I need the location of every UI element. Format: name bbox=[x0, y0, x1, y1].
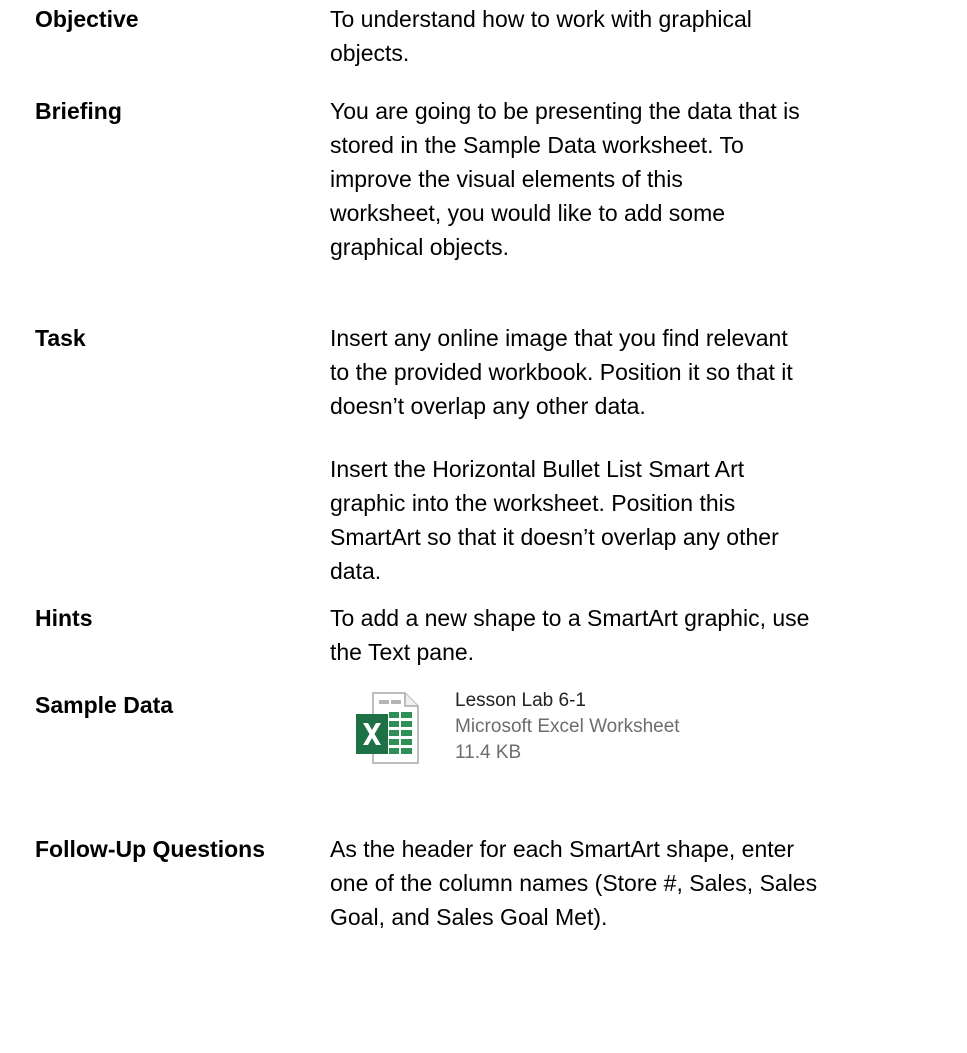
attachment-file-size: 11.4 KB bbox=[455, 742, 522, 763]
hints-text: To add a new shape to a SmartArt graphic… bbox=[330, 605, 810, 665]
objective-label: Objective bbox=[35, 6, 139, 32]
task-label: Task bbox=[35, 325, 86, 351]
excel-file-icon bbox=[356, 692, 419, 764]
attachment-file-type: Microsoft Excel Worksheet bbox=[455, 716, 680, 737]
hints-label: Hints bbox=[35, 605, 93, 631]
follow-up-label: Follow-Up Questions bbox=[35, 836, 265, 862]
lab-document: Objective To understand how to work with… bbox=[0, 0, 967, 1053]
briefing-text: You are going to be presenting the data … bbox=[330, 98, 800, 260]
briefing-label: Briefing bbox=[35, 98, 122, 124]
objective-text: To understand how to work with graphical… bbox=[330, 6, 752, 66]
attachment-file-name: Lesson Lab 6-1 bbox=[455, 690, 586, 711]
sample-data-label: Sample Data bbox=[35, 692, 174, 718]
excel-attachment[interactable]: Lesson Lab 6-1 Microsoft Excel Worksheet… bbox=[355, 688, 875, 786]
task-text-2: Insert the Horizontal Bullet List Smart … bbox=[330, 456, 779, 584]
follow-up-text: As the header for each SmartArt shape, e… bbox=[330, 836, 818, 930]
task-text-1: Insert any online image that you find re… bbox=[330, 325, 793, 419]
